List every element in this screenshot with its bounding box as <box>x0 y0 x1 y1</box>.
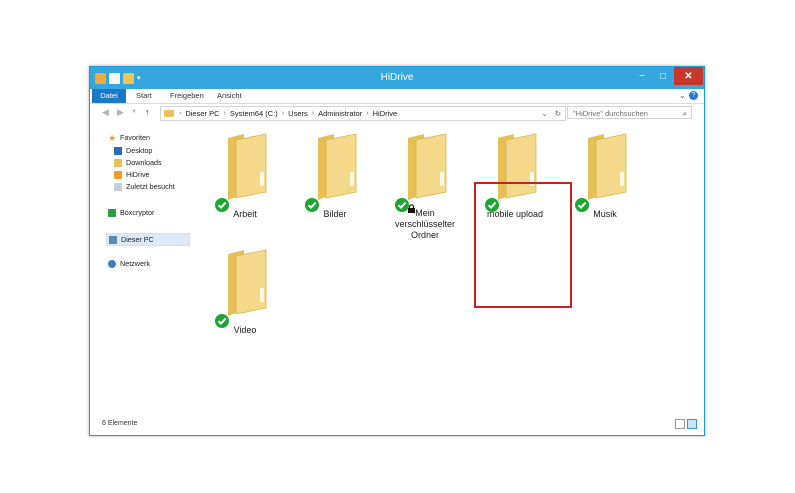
address-bar[interactable]: › Dieser PC › System64 (C:) › Users › Ad… <box>160 106 566 121</box>
breadcrumb-separator-icon[interactable]: › <box>366 110 368 117</box>
breadcrumb-separator-icon[interactable]: › <box>179 110 181 117</box>
navigation-bar: ◀ ▶ ▼ ↑ › Dieser PC › System64 (C:) › Us… <box>90 104 704 122</box>
search-input[interactable]: "HiDrive" durchsuchen ⌕ <box>567 106 692 119</box>
tab-ansicht[interactable]: Ansicht <box>217 89 242 103</box>
sidebar-item-label: HiDrive <box>126 170 150 179</box>
sidebar-item-boxcryptor[interactable]: Boxcryptor <box>108 208 154 217</box>
sidebar-item-downloads[interactable]: Downloads <box>114 158 162 167</box>
folder-icon <box>228 133 267 200</box>
breadcrumb-users[interactable]: Users <box>288 109 308 118</box>
sidebar-item-zuletzt-besucht[interactable]: Zuletzt besucht <box>114 182 175 191</box>
minimize-button[interactable]: − <box>632 67 652 85</box>
hidrive-icon <box>114 170 122 179</box>
large-icons-view-button[interactable] <box>687 419 697 429</box>
maximize-button[interactable]: □ <box>653 67 673 85</box>
folder-view: Arbeit Bilder Mein verschlüsselter Ordne… <box>190 124 690 414</box>
chevron-down-icon[interactable]: ⌄ <box>679 91 686 100</box>
breadcrumb-separator-icon[interactable]: › <box>282 110 284 117</box>
folder-label: Video <box>233 325 257 335</box>
up-arrow-icon[interactable]: ↑ <box>145 107 150 117</box>
highlight-frame <box>474 182 572 308</box>
sidebar-item-label: Desktop <box>126 146 153 155</box>
tab-datei[interactable]: Datei <box>92 89 126 103</box>
vertical-scrollbar[interactable] <box>692 124 702 414</box>
breadcrumb-administrator[interactable]: Administrator <box>318 109 362 118</box>
folder-label: Musik <box>593 209 617 219</box>
star-icon: ★ <box>108 132 117 143</box>
recent-places-icon <box>114 182 122 191</box>
folder-label-line: Mein <box>415 208 435 218</box>
folder-icon <box>318 133 357 200</box>
navigation-pane: ★ Favoriten Desktop Downloads HiDrive Zu… <box>90 124 190 414</box>
search-placeholder: "HiDrive" durchsuchen <box>573 109 648 118</box>
folder-icon <box>408 133 447 200</box>
folder-item-mein-verschluesselter-ordner[interactable]: Mein verschlüsselter Ordner <box>380 132 470 248</box>
sidebar-item-label: Netzwerk <box>120 259 150 268</box>
item-count: 6 Elemente <box>102 420 138 427</box>
sidebar-item-label: Downloads <box>126 158 162 167</box>
sidebar-item-label: Favoriten <box>120 133 150 142</box>
folder-label-line: verschlüsselter <box>394 219 456 229</box>
help-icon[interactable]: ? <box>689 91 698 100</box>
network-icon <box>108 259 116 268</box>
folder-item-bilder[interactable]: Bilder <box>290 132 380 248</box>
back-arrow-icon[interactable]: ◀ <box>102 107 109 118</box>
breadcrumb-hidrive[interactable]: HiDrive <box>373 109 398 118</box>
folder-icon <box>164 110 174 117</box>
computer-icon <box>109 235 117 244</box>
boxcryptor-icon <box>108 208 116 217</box>
sidebar-item-label: Zuletzt besucht <box>126 182 175 191</box>
breadcrumb-dieser-pc[interactable]: Dieser PC <box>185 109 219 118</box>
desktop-icon <box>114 146 122 155</box>
folder-item-video[interactable]: Video <box>200 248 290 364</box>
window-title: HiDrive <box>380 72 414 83</box>
recent-locations-icon[interactable]: ▼ <box>131 109 137 115</box>
folder-label: Mein verschlüsselter Ordner <box>380 208 470 241</box>
tab-start[interactable]: Start <box>136 89 152 103</box>
sidebar-item-label: Dieser PC <box>121 235 154 244</box>
folder-label-line: Ordner <box>410 230 439 240</box>
sidebar-item-netzwerk[interactable]: Netzwerk <box>108 259 150 268</box>
status-bar: 6 Elemente <box>90 415 704 433</box>
folder-item-arbeit[interactable]: Arbeit <box>200 132 290 248</box>
refresh-icon[interactable]: ↻ <box>555 109 561 118</box>
sidebar-item-dieser-pc[interactable]: Dieser PC <box>106 233 190 246</box>
explorer-window: ▾ HiDrive − □ ✕ Datei Start Freigeben An… <box>89 66 705 436</box>
breadcrumb-separator-icon[interactable]: › <box>312 110 314 117</box>
address-dropdown-icon[interactable]: ⌄ <box>541 109 547 118</box>
title-bar[interactable]: ▾ HiDrive − □ ✕ <box>90 67 704 89</box>
folder-item-musik[interactable]: Musik <box>560 132 650 248</box>
downloads-icon <box>114 158 122 167</box>
sidebar-item-hidrive[interactable]: HiDrive <box>114 170 150 179</box>
folder-label: Bilder <box>323 209 347 219</box>
tab-freigeben[interactable]: Freigeben <box>170 89 204 103</box>
sidebar-item-label: Boxcryptor <box>120 208 155 217</box>
forward-arrow-icon[interactable]: ▶ <box>117 107 124 118</box>
folder-label: Arbeit <box>233 209 257 219</box>
sidebar-item-desktop[interactable]: Desktop <box>114 146 152 155</box>
close-button[interactable]: ✕ <box>674 67 703 85</box>
ribbon-tabs: Datei Start Freigeben Ansicht ⌄ ? <box>90 89 704 104</box>
breadcrumb-system64[interactable]: System64 (C:) <box>230 109 278 118</box>
search-icon[interactable]: ⌕ <box>683 107 687 120</box>
breadcrumb-separator-icon[interactable]: › <box>224 110 226 117</box>
folder-icon <box>588 133 627 200</box>
details-view-button[interactable] <box>675 419 685 429</box>
sidebar-item-favoriten[interactable]: ★ Favoriten <box>108 133 150 142</box>
folder-icon <box>228 249 267 316</box>
